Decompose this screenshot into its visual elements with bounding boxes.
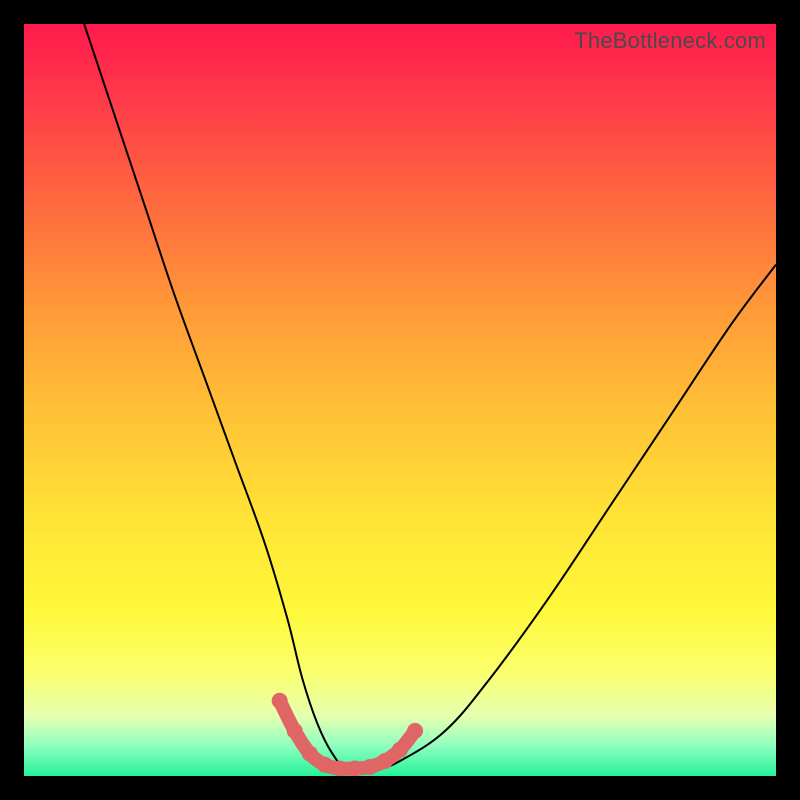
highlight-dot [362,759,378,775]
highlight-dot [332,760,348,776]
highlight-dot [272,693,288,709]
highlight-dot [392,742,408,758]
highlight-dot [287,723,303,739]
highlight-dot [407,723,423,739]
highlight-dot [347,760,363,776]
highlight-dot [302,745,318,761]
watermark: TheBottleneck.com [574,28,766,54]
bottleneck-curve [84,24,776,770]
highlight-dot [377,753,393,769]
plot-area: TheBottleneck.com [24,24,776,776]
highlight-dot [317,757,333,773]
chart-frame: TheBottleneck.com [0,0,800,800]
curve-layer [24,24,776,776]
